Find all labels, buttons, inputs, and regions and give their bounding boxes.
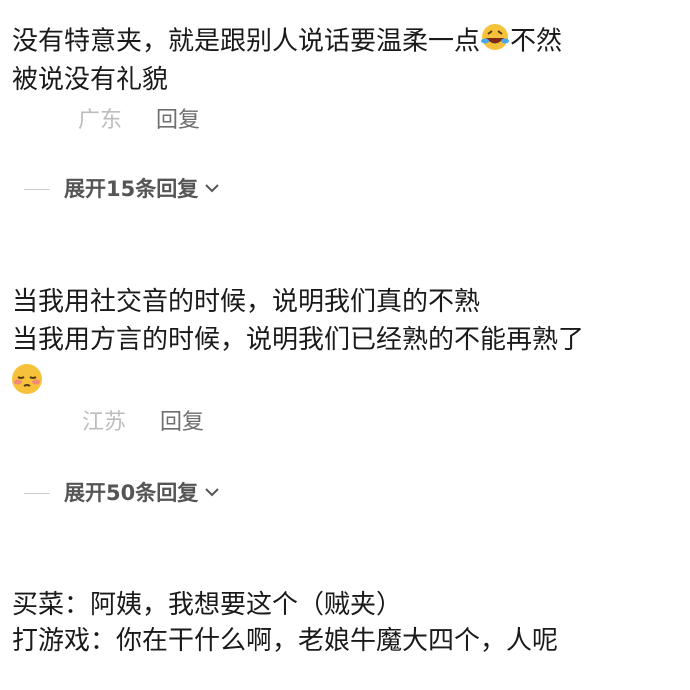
divider xyxy=(24,188,50,190)
location-label: 广东 xyxy=(78,108,123,133)
reply-button[interactable]: 回复 xyxy=(156,106,200,136)
comment-3-line-1: 买菜：阿姨，我想要这个（贼夹） xyxy=(12,590,403,620)
chevron-down-icon xyxy=(204,174,220,204)
comment-3-line-2: 打游戏：你在干什么啊，老娘牛魔大四个，人呢 xyxy=(12,626,559,656)
expand-replies-label: 展开50条回复 xyxy=(64,481,199,505)
comment-1-meta: 广东 回复 xyxy=(78,106,200,136)
pensive-emoji-icon xyxy=(10,362,44,400)
reply-button[interactable]: 回复 xyxy=(160,408,204,438)
expand-replies-label: 展开15条回复 xyxy=(64,177,199,201)
comment-2-line-1: 当我用社交音的时候，说明我们真的不熟 xyxy=(12,287,481,317)
comment-1-text-a: 没有特意夹，就是跟别人说话要温柔一点 xyxy=(12,26,481,57)
divider xyxy=(24,492,50,494)
comment-2-line-2: 当我用方言的时候，说明我们已经熟的不能再熟了 xyxy=(12,325,585,355)
comment-1-line-2: 被说没有礼貌 xyxy=(12,65,169,95)
location-label: 江苏 xyxy=(82,410,127,435)
expand-replies-button[interactable]: 展开50条回复 xyxy=(24,478,220,508)
expand-replies-button[interactable]: 展开15条回复 xyxy=(24,174,220,204)
chevron-down-icon xyxy=(204,478,220,508)
rofl-emoji-icon xyxy=(480,22,510,62)
comment-1-text-b: 不然 xyxy=(510,26,563,57)
comment-2-meta: 江苏 回复 xyxy=(82,408,204,438)
comment-1-line-1: 没有特意夹，就是跟别人说话要温柔一点 不然 xyxy=(12,22,562,62)
